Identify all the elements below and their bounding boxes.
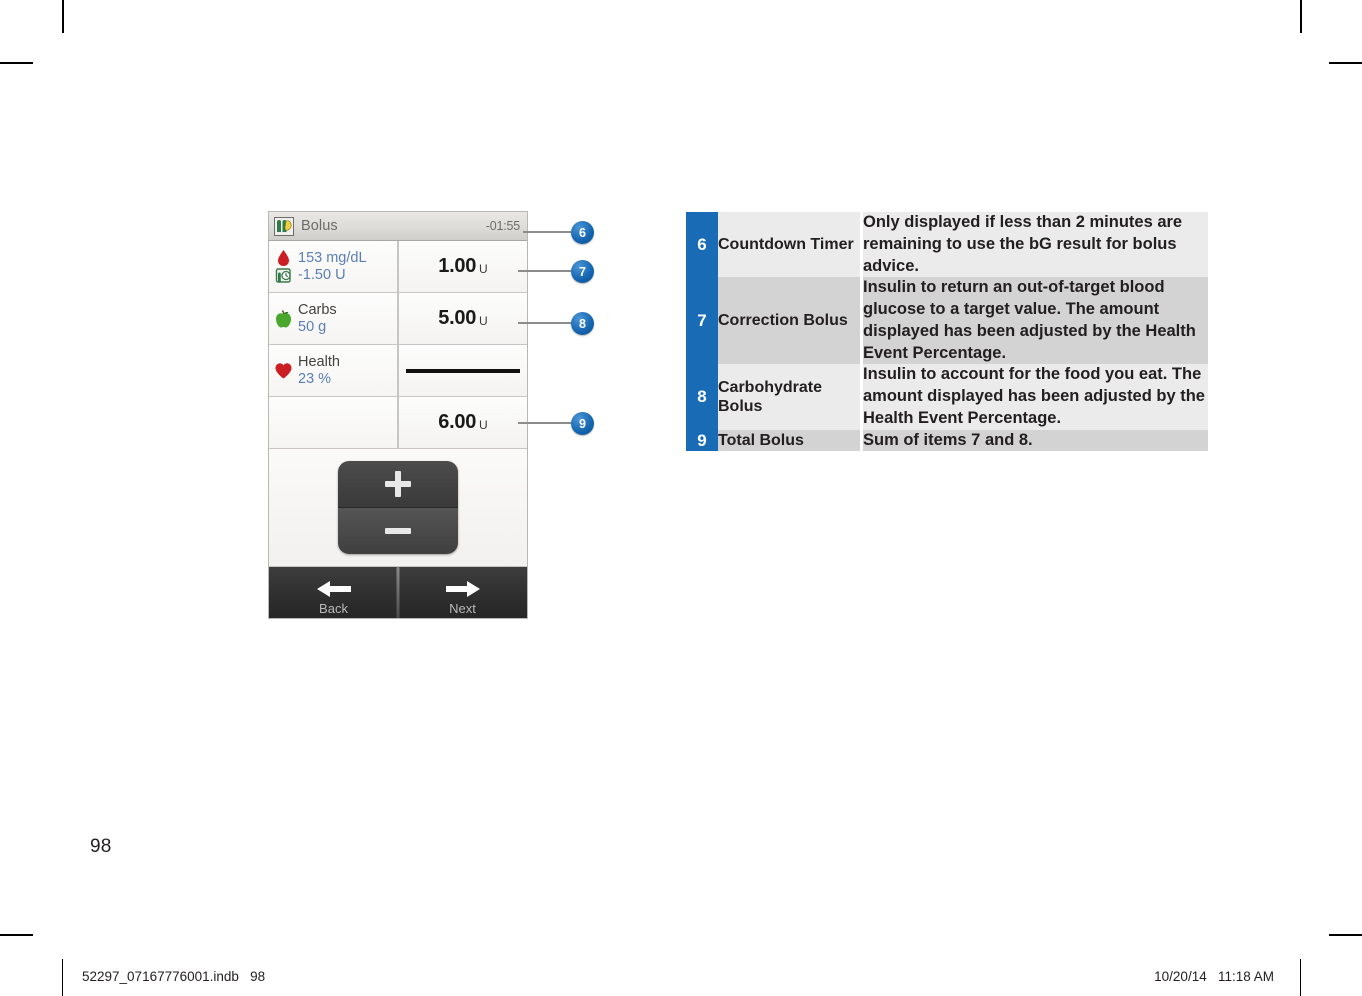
footer-rule-left xyxy=(62,959,64,996)
total-blank-cell xyxy=(269,397,398,449)
table-row: 8 Carbohydrate Bolus Insulin to account … xyxy=(686,364,1208,430)
health-bar-cell xyxy=(399,345,527,397)
health-progress-bar xyxy=(406,368,520,373)
bg-value-label: 153 mg/dL xyxy=(298,250,367,267)
device-screenshot: Bolus -01:55 153 mg/dL -1.50 U 1.00 U Ca… xyxy=(268,211,528,619)
minus-icon xyxy=(385,518,411,544)
blood-drop-icon xyxy=(274,248,293,286)
carbohydrate-bolus-unit: U xyxy=(479,314,488,328)
row-label-9: Total Bolus xyxy=(718,429,863,452)
back-button-label: Back xyxy=(319,600,348,616)
next-button-label: Next xyxy=(449,600,476,616)
bg-labels: 153 mg/dL -1.50 U xyxy=(298,250,367,282)
crop-mark-top-left xyxy=(62,0,64,33)
bolus-row-health[interactable]: Health 23 % xyxy=(269,345,527,397)
callout-badge-9: 9 xyxy=(571,412,594,435)
crop-mark-right-bottom xyxy=(1329,934,1362,936)
carbohydrate-bolus-cell[interactable]: 5.00 U xyxy=(399,293,527,345)
callout-badge-7: 7 xyxy=(571,260,594,283)
bolus-icon xyxy=(274,216,294,236)
footer-document-slug: 52297_07167776001.indb 98 xyxy=(82,969,266,984)
page-number: 98 xyxy=(90,836,112,857)
device-nav-bar: Back Next xyxy=(269,567,527,618)
total-bolus-cell[interactable]: 6.00 U xyxy=(399,397,527,449)
back-button[interactable]: Back xyxy=(269,567,398,618)
callout-badge-8: 8 xyxy=(571,312,594,335)
crop-mark-left-bottom xyxy=(0,934,33,936)
correction-bolus-value: 1.00 xyxy=(438,255,477,277)
carbs-title-label: Carbs xyxy=(298,302,337,319)
bg-info-cell: 153 mg/dL -1.50 U xyxy=(269,241,398,293)
stepper-pad xyxy=(338,461,458,554)
table-row: 7 Correction Bolus Insulin to return an … xyxy=(686,277,1208,365)
countdown-timer: -01:55 xyxy=(485,219,520,233)
crop-mark-right-top xyxy=(1329,62,1362,64)
row-number-6: 6 xyxy=(686,212,718,278)
next-button[interactable]: Next xyxy=(398,567,527,618)
row-number-9: 9 xyxy=(686,429,718,452)
callout-line-6 xyxy=(523,231,571,234)
total-bolus-unit: U xyxy=(479,418,488,432)
footer-rule-right xyxy=(1300,959,1302,996)
crop-mark-left-top xyxy=(0,62,33,64)
row-number-7: 7 xyxy=(686,277,718,365)
table-row: 9 Total Bolus Sum of items 7 and 8. xyxy=(686,429,1208,452)
health-title-label: Health xyxy=(298,354,340,371)
keypad-area xyxy=(269,449,527,567)
bolus-row-bg[interactable]: 153 mg/dL -1.50 U 1.00 U xyxy=(269,241,527,293)
arrow-right-icon xyxy=(445,580,480,598)
apple-icon xyxy=(274,309,293,329)
crop-mark-top-right xyxy=(1300,0,1302,33)
iob-value-label: -1.50 U xyxy=(298,266,346,283)
callout-badge-6: 6 xyxy=(571,221,594,244)
carbs-amount-label: 50 g xyxy=(298,318,327,335)
row-number-8: 8 xyxy=(686,364,718,430)
row-description-9: Sum of items 7 and 8. xyxy=(861,429,1208,452)
callout-line-9 xyxy=(518,422,571,425)
carbs-labels: Carbs 50 g xyxy=(298,302,337,334)
insulin-on-board-icon xyxy=(275,267,291,283)
correction-bolus-cell[interactable]: 1.00 U xyxy=(399,241,527,293)
health-info-cell: Health 23 % xyxy=(269,345,398,397)
health-percent-label: 23 % xyxy=(298,370,332,387)
footer-timestamp: 10/20/14 11:18 AM xyxy=(1154,969,1274,984)
arrow-left-icon xyxy=(316,580,351,598)
device-title: Bolus xyxy=(301,218,338,234)
row-description-8: Insulin to account for the food you eat.… xyxy=(861,364,1208,430)
decrease-button[interactable] xyxy=(338,508,458,554)
table-row: 6 Countdown Timer Only displayed if less… xyxy=(686,212,1208,278)
callout-line-8 xyxy=(518,322,571,325)
total-bolus-value: 6.00 xyxy=(438,411,477,433)
plus-icon xyxy=(385,471,411,497)
carbohydrate-bolus-value: 5.00 xyxy=(438,307,477,329)
row-label-6: Countdown Timer xyxy=(718,212,863,278)
row-description-7: Insulin to return an out-of-target blood… xyxy=(861,277,1208,365)
device-title-bar: Bolus -01:55 xyxy=(269,212,527,241)
carbs-info-cell: Carbs 50 g xyxy=(269,293,398,345)
row-description-6: Only displayed if less than 2 minutes ar… xyxy=(861,212,1208,278)
bolus-row-carbs[interactable]: Carbs 50 g 5.00 U xyxy=(269,293,527,345)
callout-line-7 xyxy=(518,270,571,273)
legend-table: 6 Countdown Timer Only displayed if less… xyxy=(686,212,1208,452)
health-labels: Health 23 % xyxy=(298,354,340,386)
nav-divider xyxy=(396,567,400,618)
heart-icon xyxy=(274,361,293,381)
correction-bolus-unit: U xyxy=(479,262,488,276)
increase-button[interactable] xyxy=(338,461,458,508)
row-label-7: Correction Bolus xyxy=(718,277,863,365)
bolus-row-total[interactable]: 6.00 U xyxy=(269,397,527,449)
row-label-8: Carbohydrate Bolus xyxy=(718,364,863,430)
